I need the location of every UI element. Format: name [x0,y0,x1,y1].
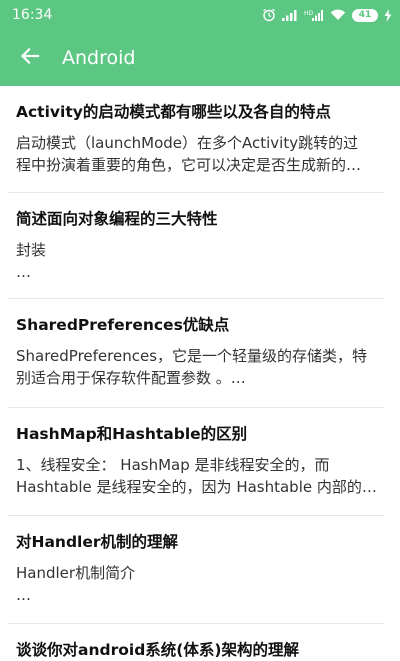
item-summary: 1、线程安全： HashMap 是非线程安全的，而 Hashtable 是线程安… [16,454,386,498]
arrow-back-icon [19,45,41,71]
item-summary-line: 1、线程安全： HashMap 是非线程安全的，而 [16,456,330,474]
signal-icon [282,9,298,21]
list-item[interactable]: HashMap和Hashtable的区别 1、线程安全： HashMap 是非线… [0,408,400,516]
item-title: 对Handler机制的理解 [16,533,179,551]
item-summary: Handler机制简介 … [16,562,386,606]
item-title: SharedPreferences优缺点 [16,316,230,334]
list-item[interactable]: 对Handler机制的理解 Handler机制简介 … [0,516,400,624]
app-bar: Android [0,30,400,86]
item-summary-line: 启动模式（launchMode）在多个Activity跳转的过 [16,134,359,152]
item-summary-line: Hashtable 是线程安全的，因为 Hashtable 内部的… [16,478,377,496]
alarm-icon [262,8,276,22]
list-item[interactable]: Activity的启动模式都有哪些以及各自的特点 启动模式（launchMode… [0,86,400,193]
item-summary-line: 封装 [16,241,47,259]
item-title: Activity的启动模式都有哪些以及各自的特点 [16,103,331,121]
back-button[interactable] [10,38,50,78]
charging-icon [384,8,392,22]
item-summary-line: SharedPreferences，它是一个轻量级的存储类，特 [16,347,368,365]
list-item[interactable]: 谈谈你对android系统(体系)架构的理解 [0,624,400,660]
status-bar: 16:34 HD 41 [0,0,400,30]
list-item[interactable]: SharedPreferences优缺点 SharedPreferences，它… [0,299,400,408]
item-summary-line: … [16,586,31,604]
status-time: 16:34 [12,7,53,23]
signal-hd-icon: HD [304,9,324,21]
item-summary: 启动模式（launchMode）在多个Activity跳转的过 程中扮演着重要的… [16,132,386,176]
page-title: Android [62,47,136,69]
item-title: HashMap和Hashtable的区别 [16,425,248,443]
item-summary: SharedPreferences，它是一个轻量级的存储类，特 别适合用于保存软… [16,345,386,389]
list-item[interactable]: 简述面向对象编程的三大特性 封装 … [0,193,400,299]
item-summary-line: Handler机制简介 [16,564,136,582]
item-summary-line: 别适合用于保存软件配置参数 。… [16,369,246,387]
status-icons: HD 41 [262,6,392,24]
item-summary: 封装 … [16,239,386,283]
wifi-icon [330,9,346,21]
item-summary-line: … [16,263,31,281]
item-title: 谈谈你对android系统(体系)架构的理解 [16,641,299,659]
svg-text:HD: HD [304,10,314,17]
battery-icon: 41 [352,8,378,22]
item-summary-line: 程中扮演着重要的角色，它可以决定是否生成新的… [16,156,362,174]
item-title: 简述面向对象编程的三大特性 [16,210,218,228]
